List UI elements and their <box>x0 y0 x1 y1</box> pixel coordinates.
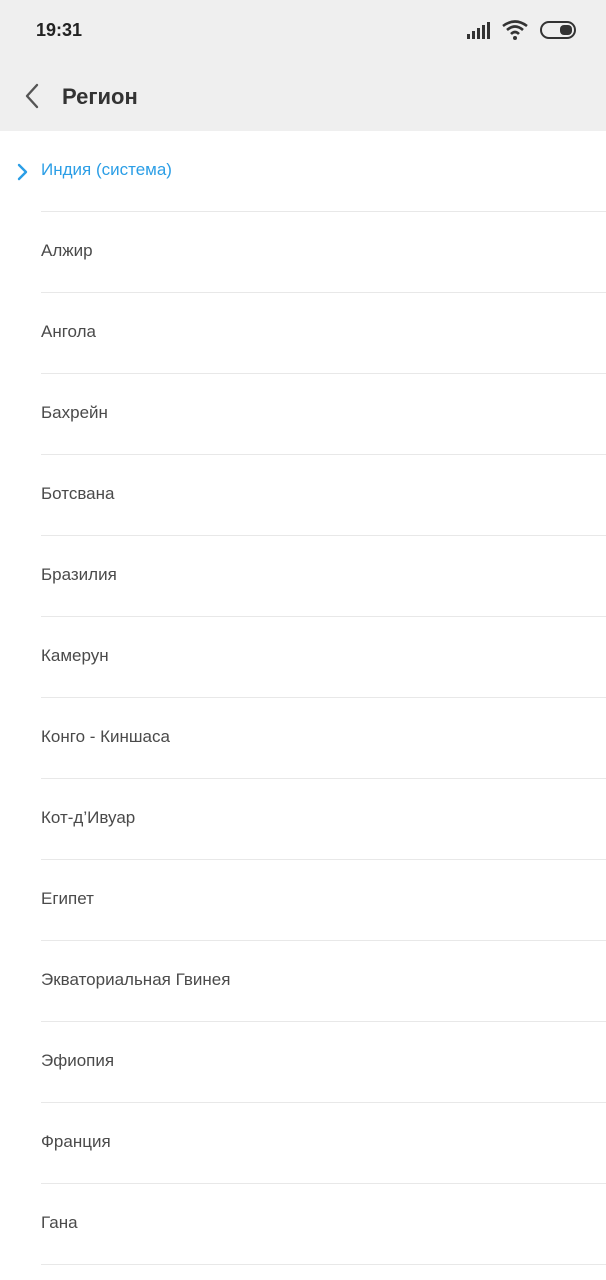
chevron-left-icon <box>24 83 40 114</box>
page-title: Регион <box>62 84 138 109</box>
signal-icon <box>466 21 490 44</box>
region-label: Бахрейн <box>41 403 108 422</box>
battery-icon <box>540 20 578 44</box>
region-label: Эфиопия <box>41 1051 115 1070</box>
region-label: Гана <box>41 1213 78 1232</box>
region-label: Ботсвана <box>41 484 115 503</box>
region-label: Алжир <box>41 241 93 260</box>
list-item[interactable]: Франция <box>0 1103 606 1184</box>
list-item[interactable]: Алжир <box>0 212 606 293</box>
list-item[interactable]: Гана <box>0 1184 606 1265</box>
list-item[interactable]: Бахрейн <box>0 374 606 455</box>
region-label: Франция <box>41 1132 111 1151</box>
app-header: Регион <box>0 64 606 131</box>
status-icons <box>466 19 578 45</box>
region-list: Индия (система) Алжир Ангола Бахрейн Ботсван… <box>0 131 606 1265</box>
region-label: Индия (система) <box>41 160 172 179</box>
region-label: Ангола <box>41 322 97 341</box>
back-button[interactable] <box>14 78 50 118</box>
region-label: Конго - Киншаса <box>41 727 170 746</box>
list-item[interactable]: Индия (система) <box>0 131 606 212</box>
region-label: Кот-д’Ивуар <box>41 808 136 827</box>
list-item[interactable]: Бразилия <box>0 536 606 617</box>
divider <box>41 1264 606 1265</box>
region-label: Экваториальная Гвинея <box>41 970 231 989</box>
wifi-icon <box>502 19 528 45</box>
list-item[interactable]: Ангола <box>0 293 606 374</box>
list-item[interactable]: Камерун <box>0 617 606 698</box>
selected-chevron-icon <box>16 163 30 181</box>
list-item[interactable]: Египет <box>0 860 606 941</box>
list-item[interactable]: Эфиопия <box>0 1022 606 1103</box>
list-item[interactable]: Ботсвана <box>0 455 606 536</box>
region-label: Бразилия <box>41 565 117 584</box>
list-item[interactable]: Экваториальная Гвинея <box>0 941 606 1022</box>
region-label: Египет <box>41 889 94 908</box>
list-item[interactable]: Кот-д’Ивуар <box>0 779 606 860</box>
status-bar: 19:31 <box>0 0 606 64</box>
list-item[interactable]: Конго - Киншаса <box>0 698 606 779</box>
region-label: Камерун <box>41 646 109 665</box>
status-time: 19:31 <box>36 20 83 40</box>
